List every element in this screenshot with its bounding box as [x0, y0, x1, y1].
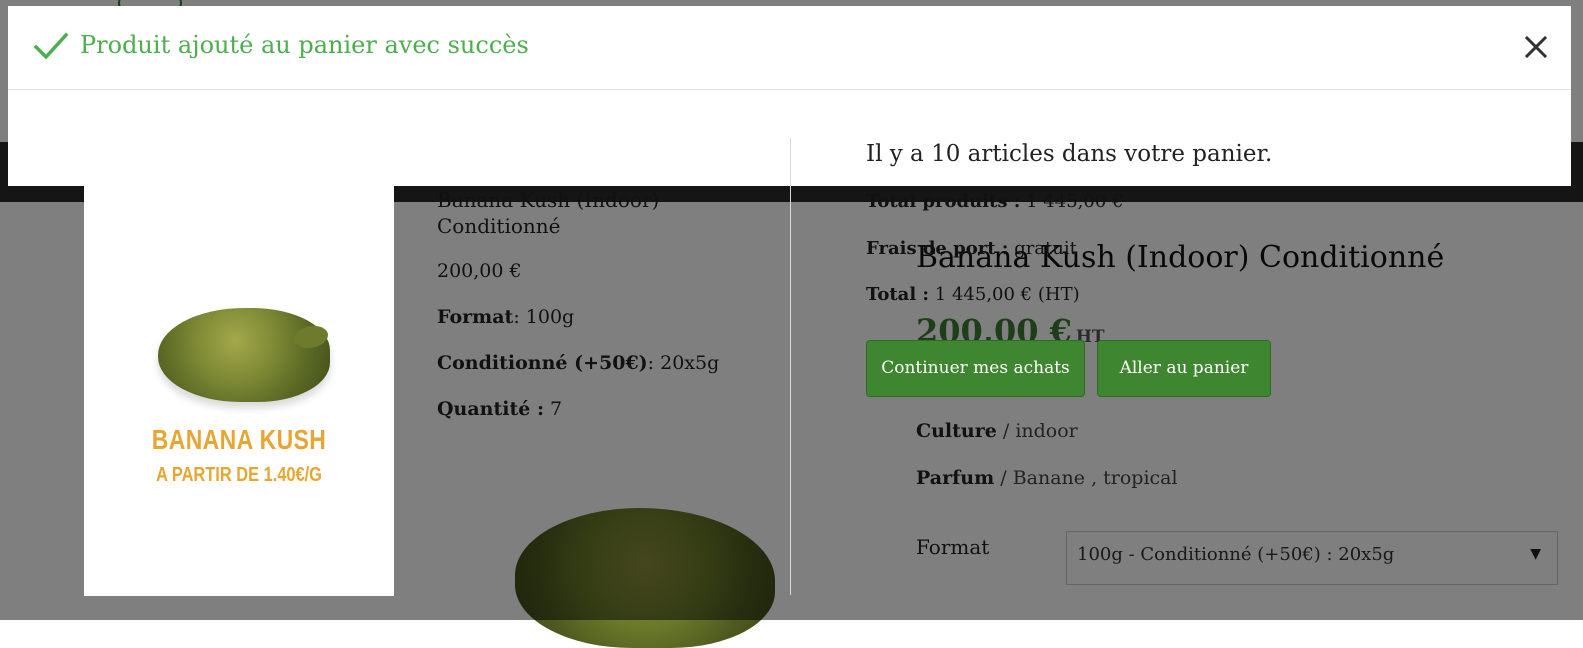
modal-header: Produit ajouté au panier avec succès — [8, 6, 1571, 90]
packaging-attribute-value: : 20x5g — [647, 352, 720, 374]
packaging-attribute-label: Conditionné (+50€) — [437, 352, 648, 374]
shipping-cost: Frais de port : gratuit — [866, 238, 1077, 259]
continue-shopping-button[interactable]: Continuer mes achats — [866, 340, 1085, 397]
total-products-label: Total produits : — [866, 191, 1021, 212]
added-product-packaging: Conditionné (+50€): 20x5g — [437, 352, 719, 374]
go-to-cart-button[interactable]: Aller au panier — [1097, 340, 1271, 397]
checkmark-icon — [33, 32, 69, 60]
grand-total: Total : 1 445,00 € (HT) — [866, 284, 1080, 305]
image-tagline-text: A PARTIR DE 1.40€/G — [156, 464, 322, 486]
product-bud-image — [158, 308, 330, 402]
total-products-value: 1 445,00 € — [1026, 191, 1124, 212]
added-product-price: 200,00 € — [437, 260, 522, 282]
added-product-quantity: Quantité : 7 — [437, 398, 562, 420]
added-product-name: Banana Kush (Indoor) Conditionné — [437, 188, 660, 238]
column-divider — [790, 138, 791, 595]
shipping-label: Frais de port : — [866, 238, 1009, 259]
grand-total-value: 1 445,00 € (HT) — [934, 284, 1080, 305]
grand-total-label: Total : — [866, 284, 930, 305]
close-icon[interactable] — [1519, 30, 1553, 64]
added-product-format: Format: 100g — [437, 306, 574, 328]
image-brand-text: BANANA KUSH — [151, 424, 327, 455]
added-product-image: BANANA KUSH A PARTIR DE 1.40€/G — [84, 186, 394, 596]
modal-title: Produit ajouté au panier avec succès — [80, 31, 529, 59]
quantity-value: 7 — [550, 398, 563, 420]
format-attribute-value: : 100g — [513, 306, 575, 328]
format-attribute-label: Format — [437, 306, 514, 328]
total-products: Total produits : 1 445,00 € — [866, 191, 1123, 212]
quantity-label: Quantité : — [437, 398, 544, 420]
cart-summary: Il y a 10 articles dans votre panier. — [866, 141, 1273, 167]
shipping-value: gratuit — [1014, 238, 1077, 259]
